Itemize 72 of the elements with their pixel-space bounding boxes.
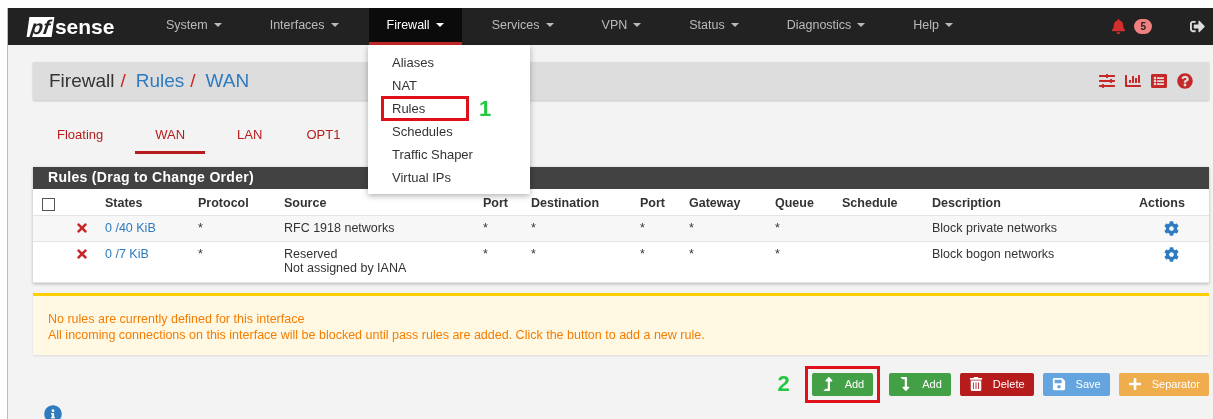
- x-icon: [75, 221, 89, 235]
- logo-text: sense: [54, 14, 115, 39]
- states-link[interactable]: 0 /7 KiB: [105, 247, 149, 261]
- menu-item[interactable]: Aliases: [381, 50, 443, 75]
- table-cell-text: *: [774, 246, 781, 261]
- warning-text: No rules are currently defined for this interface: [48, 311, 306, 327]
- interface-tab[interactable]: LAN: [225, 122, 275, 154]
- nav-menu[interactable]: Diagnostics: [768, 8, 884, 45]
- table-cell-text: *: [639, 246, 646, 261]
- menu-item[interactable]: Virtual IPs: [381, 165, 460, 190]
- table-cell-text: *: [688, 246, 695, 261]
- states-link[interactable]: 0 /40 KiB: [105, 221, 156, 235]
- column-header: Queue: [774, 195, 815, 210]
- nav-menu[interactable]: Help: [895, 8, 972, 45]
- table-cell-text: *: [688, 220, 695, 235]
- column-header: Description: [931, 195, 1002, 210]
- column-header: Destination: [530, 195, 601, 210]
- logo-mark: pf: [26, 16, 55, 37]
- menu-item[interactable]: NAT: [381, 73, 427, 98]
- table-cell-text: Block private networks: [931, 220, 1059, 235]
- table-cell-text: *: [197, 246, 204, 261]
- breadcrumb-text: Firewall: [49, 70, 115, 92]
- plus-icon: [1127, 377, 1142, 391]
- table-cell-text: *: [530, 246, 537, 261]
- help-icon[interactable]: [1177, 73, 1193, 89]
- bar-chart-icon[interactable]: [1125, 73, 1141, 89]
- column-header: Port: [482, 195, 509, 210]
- column-header: Port: [639, 195, 666, 210]
- column-header: States: [104, 195, 144, 210]
- warning-text: All incoming connections on this interface will be blocked until pass rules are added. Click the button to add a new rule.: [48, 327, 706, 343]
- table-cell-text: *: [482, 220, 489, 235]
- table-cell-text: Reserved Not assigned by IANA: [283, 246, 408, 275]
- table-cell-text: Block bogon networks: [931, 246, 1056, 261]
- trash-icon: [968, 377, 983, 391]
- table-cell-text: *: [774, 220, 781, 235]
- action-button[interactable]: Delete: [959, 372, 1034, 396]
- select-all-checkbox[interactable]: [42, 198, 55, 211]
- logout-icon[interactable]: [1190, 19, 1205, 34]
- menu-item[interactable]: Traffic Shaper: [381, 142, 482, 167]
- menu-item[interactable]: Schedules: [381, 119, 462, 144]
- menu-item[interactable]: Rules: [381, 96, 469, 121]
- x-icon: [75, 247, 89, 261]
- step-number: 2: [777, 371, 790, 397]
- list-icon[interactable]: [1151, 73, 1167, 89]
- column-header: Source: [283, 195, 328, 210]
- nav-menu[interactable]: VPN: [583, 8, 660, 45]
- nav-menu[interactable]: System: [148, 8, 240, 45]
- table-cell-text: *: [530, 220, 537, 235]
- interface-tab[interactable]: OPT1: [294, 122, 353, 154]
- table-cell-text: *: [639, 220, 646, 235]
- settings-icon[interactable]: [1163, 247, 1179, 262]
- breadcrumb-separator: /: [120, 70, 126, 92]
- breadcrumb-separator: /: [190, 70, 196, 92]
- column-header: Schedule: [841, 195, 899, 210]
- step-number: 1: [479, 95, 492, 122]
- info-icon[interactable]: [44, 405, 62, 419]
- notification-count[interactable]: 5: [1134, 19, 1152, 34]
- column-header: Gateway: [688, 195, 742, 210]
- nav-menu[interactable]: Services: [473, 8, 572, 45]
- interface-tab[interactable]: Floating: [45, 122, 116, 154]
- table-cell-text: *: [482, 246, 489, 261]
- nav-menu[interactable]: Firewall: [368, 8, 462, 45]
- table-cell-text: RFC 1918 networks: [283, 220, 396, 235]
- settings-icon[interactable]: [1163, 221, 1179, 236]
- table-cell-text: *: [197, 220, 204, 235]
- nav-menu[interactable]: Status: [671, 8, 757, 45]
- interface-tab[interactable]: WAN: [135, 122, 206, 154]
- bell-icon[interactable]: [1111, 19, 1127, 34]
- column-header: Actions: [1138, 195, 1186, 210]
- column-header: Protocol: [197, 195, 250, 210]
- sliders-icon[interactable]: [1099, 73, 1115, 89]
- nav-menu[interactable]: Interfaces: [251, 8, 357, 45]
